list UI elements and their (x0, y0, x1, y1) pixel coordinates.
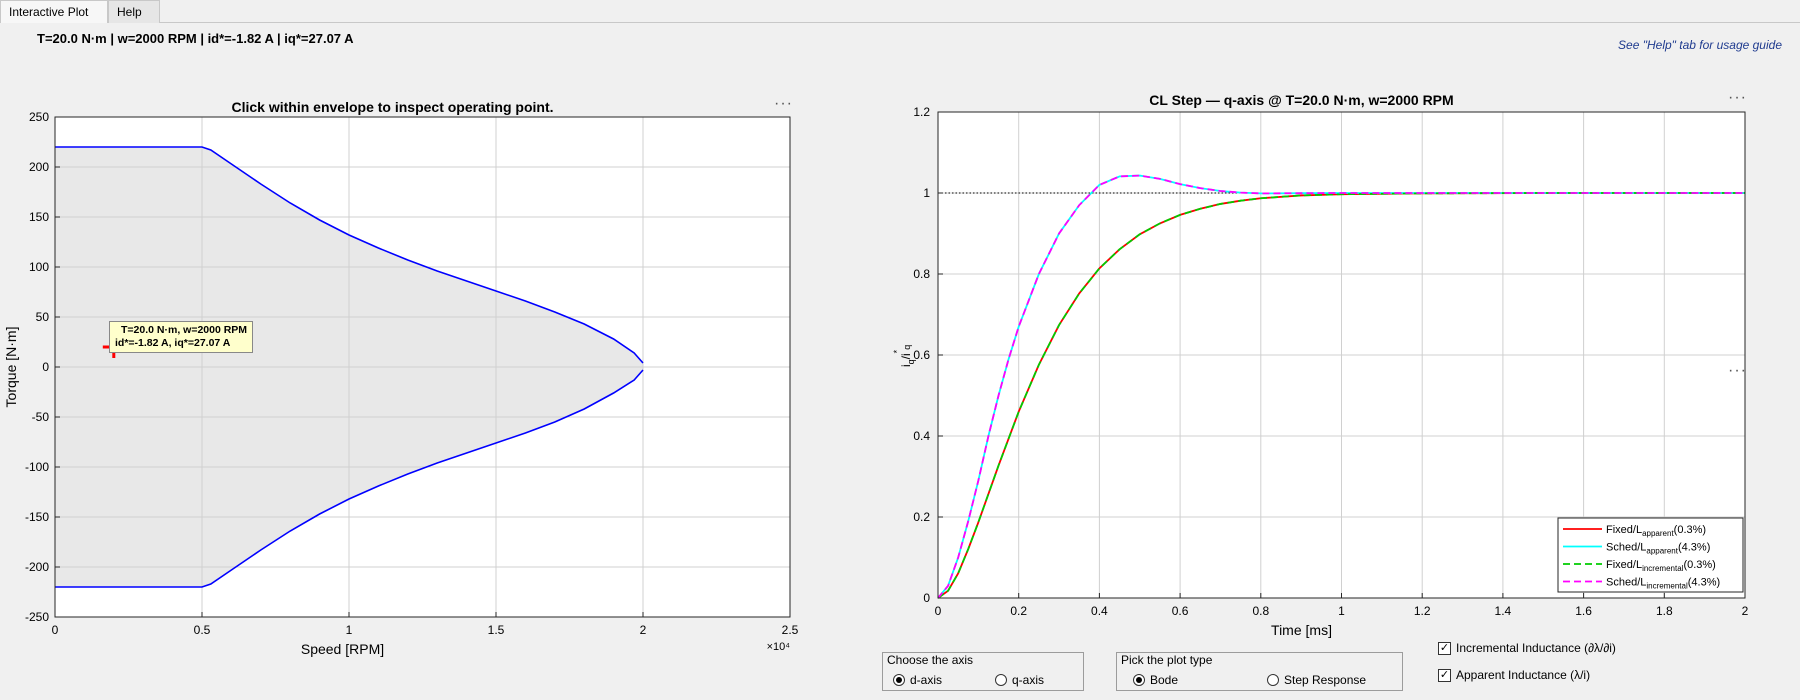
y-tick-label: -50 (32, 410, 50, 424)
y-tick-label: 150 (29, 210, 49, 224)
plot-type-label: Pick the plot type (1121, 653, 1213, 667)
right-side-menu-icon[interactable]: ··· (1728, 362, 1747, 380)
x-tick-label: 0.2 (1010, 604, 1027, 618)
y-tick-label: 0.2 (913, 510, 930, 524)
y-tick-label: 0.8 (913, 267, 930, 281)
radio-q-axis-dot[interactable] (995, 674, 1007, 686)
radio-step-response-dot[interactable] (1267, 674, 1279, 686)
x-tick-label: 1.8 (1656, 604, 1673, 618)
incremental-inductance-checkbox[interactable]: ✓ Incremental Inductance (∂λ/∂i) (1438, 641, 1616, 655)
step-response-chart[interactable]: 0 0.2 0.4 0.6 0.8 1 1.2 1.4 1.6 1.8 200.20.40.60.8… (870, 80, 1790, 660)
y-tick-label: 1.2 (913, 105, 930, 119)
y-tick-label: -150 (25, 510, 49, 524)
tab-bar: Interactive Plot Help (0, 0, 1800, 23)
x-tick-label: 0.5 (194, 623, 211, 637)
datatip-line-1: T=20.0 N·m, w=2000 RPM (121, 324, 248, 336)
y-tick-label: 1 (923, 186, 930, 200)
help-hint: See "Help" tab for usage guide (1618, 38, 1782, 52)
radio-q-axis-label: q-axis (1012, 673, 1045, 687)
y-axis-label-part: q (902, 345, 912, 350)
x-tick-label: 0 (52, 623, 59, 637)
y-tick-label: 0.4 (913, 429, 930, 443)
checkmark-icon[interactable]: ✓ (1438, 641, 1451, 655)
x-tick-label: 1 (1338, 604, 1345, 618)
apparent-inductance-label: Apparent Inductance (λ/i) (1456, 668, 1591, 682)
y-tick-label: 200 (29, 160, 49, 174)
tab-help[interactable]: Help (108, 0, 160, 23)
y-tick-label: -100 (25, 460, 49, 474)
radio-bode-label: Bode (1150, 673, 1179, 687)
x-axis-label: Speed [RPM] (301, 641, 384, 657)
y-axis-label: Torque [N·m] (3, 327, 19, 408)
radio-step-response[interactable]: Step Response (1267, 673, 1366, 687)
y-tick-label: 100 (29, 260, 49, 274)
y-tick-label: -250 (25, 610, 49, 624)
x-tick-label: 0 (935, 604, 942, 618)
y-tick-label: 50 (36, 310, 50, 324)
radio-d-axis-dot[interactable] (893, 674, 905, 686)
tab-interactive-plot[interactable]: Interactive Plot (0, 0, 108, 23)
y-tick-label: 250 (29, 110, 49, 124)
checkmark-icon[interactable]: ✓ (1438, 668, 1451, 682)
chart-title: Click within envelope to inspect operati… (231, 99, 553, 115)
x-tick-label: 0.4 (1091, 604, 1108, 618)
x-tick-label: 1 (346, 623, 353, 637)
y-tick-label: -200 (25, 560, 49, 574)
datatip: T=20.0 N·m, w=2000 RPM id*=-1.82 A, iq*=… (109, 321, 254, 353)
x-tick-label: 1.2 (1414, 604, 1431, 618)
y-tick-label: 0 (42, 360, 49, 374)
plot-type-group: Pick the plot type Bode Step Response (1116, 652, 1403, 691)
datatip-line-2: id*=-1.82 A, iq*=27.07 A (115, 337, 231, 349)
radio-d-axis-label: d-axis (910, 673, 943, 687)
radio-d-axis[interactable]: d-axis (893, 673, 942, 687)
x-tick-label: 0.6 (1172, 604, 1189, 618)
axis-choice-label: Choose the axis (887, 653, 974, 667)
incremental-inductance-label: Incremental Inductance (∂λ/∂i) (1456, 641, 1616, 655)
y-tick-label: 0 (923, 591, 930, 605)
x-tick-label: 1.4 (1495, 604, 1512, 618)
radio-bode[interactable]: Bode (1133, 673, 1178, 687)
x-tick-label: 0.8 (1252, 604, 1269, 618)
operating-point-status: T=20.0 N·m | w=2000 RPM | id*=-1.82 A | … (37, 31, 354, 46)
radio-step-response-label: Step Response (1284, 673, 1367, 687)
x-tick-label: 1.5 (488, 623, 505, 637)
x-axis-label: Time [ms] (1271, 622, 1332, 638)
apparent-inductance-checkbox[interactable]: ✓ Apparent Inductance (λ/i) (1438, 668, 1590, 682)
axis-choice-group: Choose the axis d-axis q-axis (882, 652, 1084, 691)
right-axes-menu-icon[interactable]: ··· (1728, 89, 1747, 107)
envelope-chart[interactable]: 0 0.5 1 1.5 2 2.5 -250 -200 -150 -100 -50 0 50 100 150… (0, 80, 800, 680)
radio-q-axis[interactable]: q-axis (995, 673, 1044, 687)
x-tick-label: 1.6 (1575, 604, 1592, 618)
x-tick-label: 2.5 (782, 623, 799, 637)
chart-title: CL Step — q-axis @ T=20.0 N·m, w=2000 RP… (1149, 92, 1453, 108)
radio-bode-dot[interactable] (1133, 674, 1145, 686)
x-exponent-label: ×10⁴ (767, 641, 791, 653)
x-tick-label: 2 (640, 623, 647, 637)
left-axes-menu-icon[interactable]: ··· (774, 95, 793, 113)
x-tick-label: 2 (1742, 604, 1749, 618)
y-axis-label-part: * (892, 349, 902, 353)
